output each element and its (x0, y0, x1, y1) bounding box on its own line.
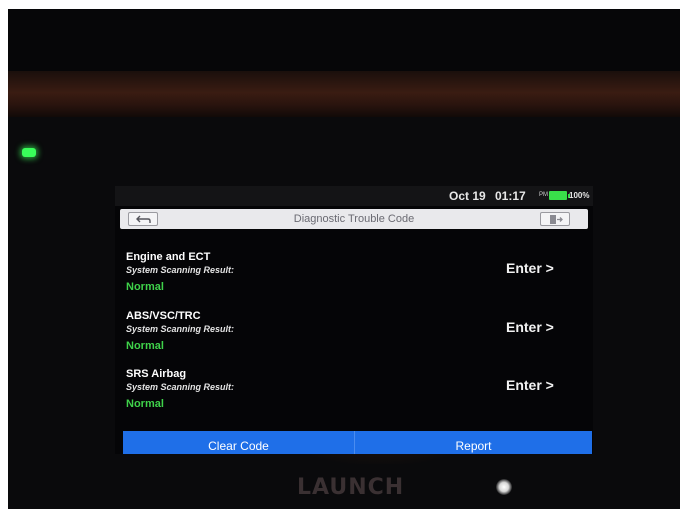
clear-code-button[interactable]: Clear Code (123, 431, 354, 454)
status-led (22, 148, 36, 157)
system-name: Engine and ECT (126, 251, 211, 263)
battery-percentage: 100% (569, 191, 590, 200)
scan-result-value: Normal (126, 281, 164, 293)
system-name: ABS/VSC/TRC (126, 310, 201, 322)
enter-button-abs[interactable]: Enter > (506, 319, 554, 335)
exit-button[interactable] (540, 212, 570, 226)
page-title: Diagnostic Trouble Code (293, 213, 415, 225)
status-ampm: PM (539, 192, 548, 198)
report-button[interactable]: Report (355, 431, 592, 454)
brand-logo: LAUNCH (297, 475, 405, 500)
exit-icon (550, 215, 563, 224)
title-bar: Diagnostic Trouble Code (120, 209, 588, 229)
system-name: SRS Airbag (126, 368, 187, 380)
diagnostic-screen: Oct 19 01:17 PM 100% Diagnostic Trouble … (115, 186, 593, 454)
scan-result-label: System Scanning Result: (126, 265, 235, 275)
enter-button-airbag[interactable]: Enter > (506, 377, 554, 393)
status-bar: Oct 19 01:17 PM 100% (115, 186, 593, 206)
scan-result-label: System Scanning Result: (126, 382, 235, 392)
scan-result-label: System Scanning Result: (126, 324, 235, 334)
status-date: Oct 19 (449, 189, 486, 203)
system-row-airbag: SRS Airbag System Scanning Result: Norma… (115, 368, 593, 426)
scan-result-value: Normal (126, 398, 164, 410)
status-time: 01:17 (495, 189, 526, 203)
device-top-band (8, 71, 680, 119)
light-reflection (496, 479, 512, 495)
battery-icon (549, 191, 570, 200)
scan-result-value: Normal (126, 340, 164, 352)
system-row-engine: Engine and ECT System Scanning Result: N… (115, 251, 593, 309)
system-row-abs: ABS/VSC/TRC System Scanning Result: Norm… (115, 310, 593, 368)
action-bar: Clear Code Report (123, 431, 592, 454)
enter-button-engine[interactable]: Enter > (506, 260, 554, 276)
